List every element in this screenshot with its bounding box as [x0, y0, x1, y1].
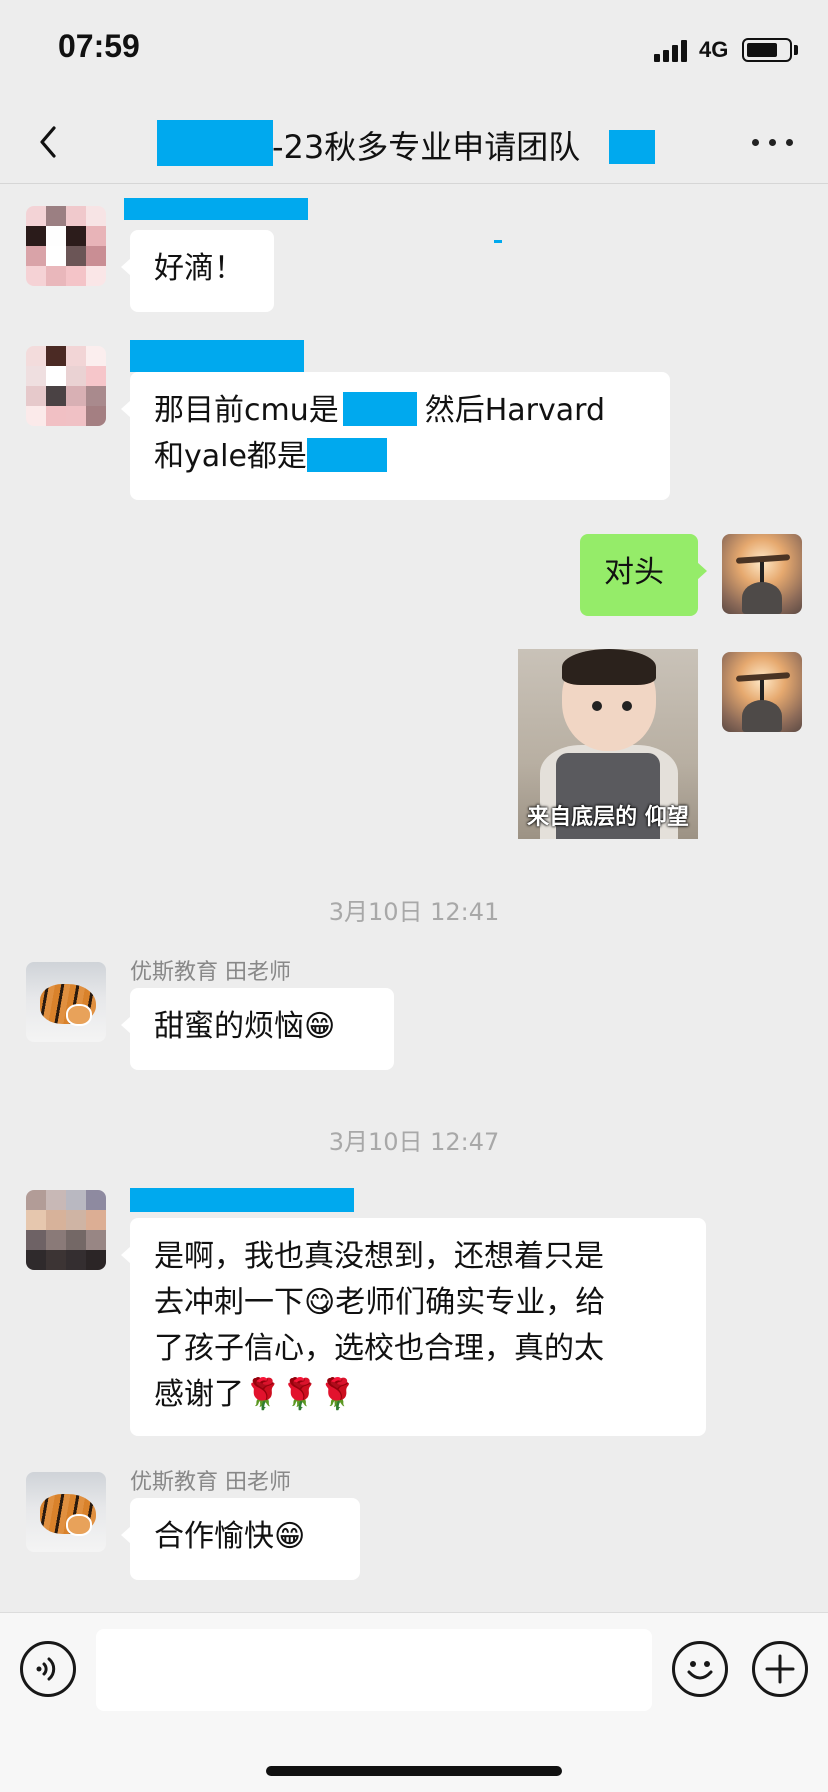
- plus-button[interactable]: [752, 1641, 808, 1697]
- back-button[interactable]: [26, 118, 74, 166]
- sender-name-redacted: [130, 340, 304, 372]
- message-text: 然后Harvard: [424, 393, 605, 428]
- chat-title-text: -23秋多专业申请团队: [272, 128, 581, 166]
- sender-name-redacted: [124, 198, 308, 220]
- sender-name: 优斯教育 田老师: [130, 1470, 291, 1495]
- chat-timestamp: 3月10日 12:41: [328, 898, 500, 926]
- avatar[interactable]: [26, 206, 106, 286]
- redaction-block: [494, 240, 502, 243]
- sticker-caption: 来自底层的 仰望: [527, 805, 689, 830]
- message-bubble[interactable]: 是啊，我也真没想到，还想着只是 去冲刺一下😋老师们确实专业，给 了孩子信心，选校…: [121, 1218, 706, 1436]
- message-text: 和yale都是: [154, 439, 307, 474]
- message-text: 合作愉快: [154, 1519, 274, 1554]
- battery-icon: [742, 38, 792, 62]
- voice-button[interactable]: [20, 1641, 76, 1697]
- plus-icon: [765, 1654, 795, 1684]
- chat-title: -23秋多专业申请团队: [157, 118, 657, 166]
- sender-name-redacted: [130, 1188, 354, 1212]
- voice-icon: [36, 1657, 56, 1681]
- message-bubble[interactable]: 好滴！: [121, 230, 274, 312]
- redaction-block: [609, 130, 655, 164]
- emoji-smile-icon: [687, 1661, 713, 1680]
- message-bubble[interactable]: 那目前cmu是 然后Harvard 和yale都是: [121, 372, 670, 500]
- message-bubble[interactable]: 甜蜜的烦恼😁: [121, 988, 394, 1070]
- sticker-image[interactable]: 来自底层的 仰望: [518, 649, 698, 839]
- self-avatar[interactable]: [722, 652, 802, 732]
- rose-emoji-icon: 🌹🌹🌹: [244, 1377, 357, 1412]
- message-line: 和yale都是: [154, 434, 646, 480]
- redaction-block: [306, 438, 387, 472]
- message-bubble[interactable]: 合作愉快😁: [121, 1498, 360, 1580]
- message-line: 了孩子信心，选校也合理，真的太: [154, 1331, 604, 1366]
- redaction-block: [342, 392, 417, 426]
- sender-name: 优斯教育 田老师: [130, 960, 291, 985]
- network-label: 4G: [699, 37, 729, 62]
- home-indicator: [266, 1766, 562, 1776]
- more-button[interactable]: [746, 122, 802, 162]
- message-text: 去冲刺一下: [154, 1285, 304, 1320]
- avatar[interactable]: [26, 1190, 106, 1270]
- message-line: 是啊，我也真没想到，还想着只是: [154, 1239, 604, 1274]
- avatar[interactable]: [26, 1472, 106, 1552]
- emoji-button[interactable]: [672, 1641, 728, 1697]
- chat-screen: 07:59 4G -23秋多专业申请团队 好滴！ 那目前cmu是 然后Harva…: [0, 0, 828, 1792]
- message-line: 那目前cmu是 然后Harvard: [154, 388, 646, 434]
- yum-emoji-icon: 😋: [304, 1285, 336, 1320]
- message-text: 好滴！: [154, 251, 244, 286]
- chat-header: -23秋多专业申请团队: [0, 100, 828, 184]
- message-text: 甜蜜的烦恼: [154, 1009, 304, 1044]
- message-bubble-self[interactable]: 对头: [580, 534, 707, 616]
- grin-emoji-icon: 😁: [274, 1519, 306, 1554]
- chevron-left-icon: [40, 126, 56, 158]
- message-line: 去冲刺一下😋老师们确实专业，给: [154, 1280, 682, 1326]
- message-input[interactable]: [96, 1629, 652, 1711]
- avatar[interactable]: [26, 962, 106, 1042]
- chat-timestamp: 3月10日 12:47: [328, 1128, 500, 1156]
- message-line: 感谢了🌹🌹🌹: [154, 1372, 682, 1418]
- avatar[interactable]: [26, 346, 106, 426]
- redaction-block: [157, 120, 273, 166]
- more-dots-icon: [752, 139, 759, 146]
- status-time: 07:59: [58, 28, 140, 64]
- input-bar: [0, 1612, 828, 1792]
- message-text: 对头: [604, 555, 664, 590]
- status-bar: 07:59 4G: [0, 0, 828, 100]
- message-text: 那目前cmu是: [154, 393, 339, 428]
- signal-icon: [654, 38, 690, 62]
- message-text: 感谢了: [154, 1377, 244, 1412]
- grin-emoji-icon: 😁: [304, 1009, 336, 1044]
- self-avatar[interactable]: [722, 534, 802, 614]
- message-text: 老师们确实专业，给: [335, 1285, 606, 1320]
- battery-cap: [794, 45, 798, 55]
